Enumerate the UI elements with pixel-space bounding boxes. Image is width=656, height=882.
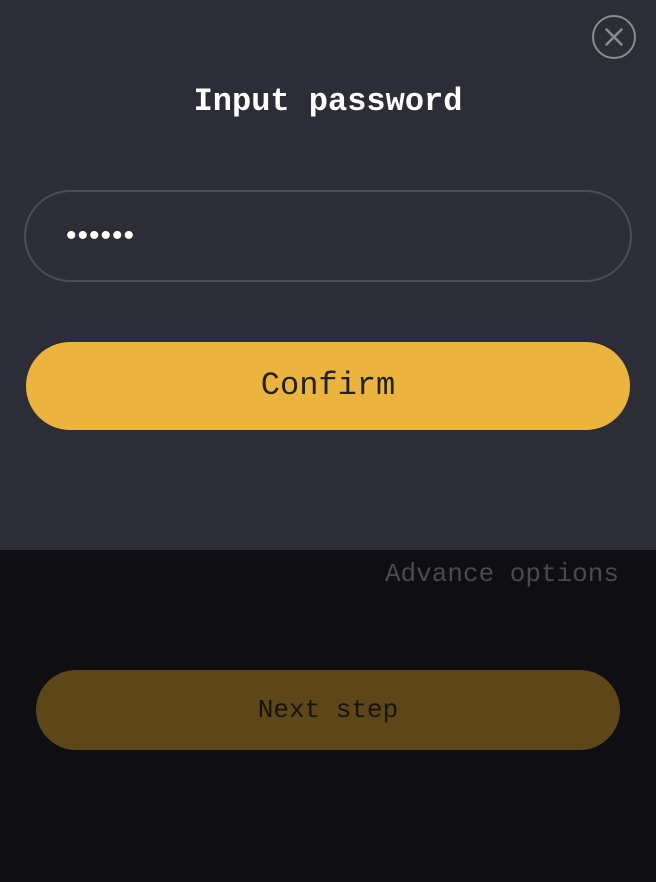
close-icon (605, 28, 623, 46)
next-step-button[interactable]: Next step (36, 670, 620, 750)
close-button[interactable] (592, 15, 636, 59)
password-field[interactable] (24, 190, 632, 282)
confirm-button[interactable]: Confirm (26, 342, 630, 430)
advance-options-link[interactable]: Advance options (385, 558, 619, 590)
password-dialog: Input password Confirm (0, 0, 656, 550)
password-input[interactable] (66, 192, 586, 280)
dialog-title: Input password (193, 83, 463, 120)
